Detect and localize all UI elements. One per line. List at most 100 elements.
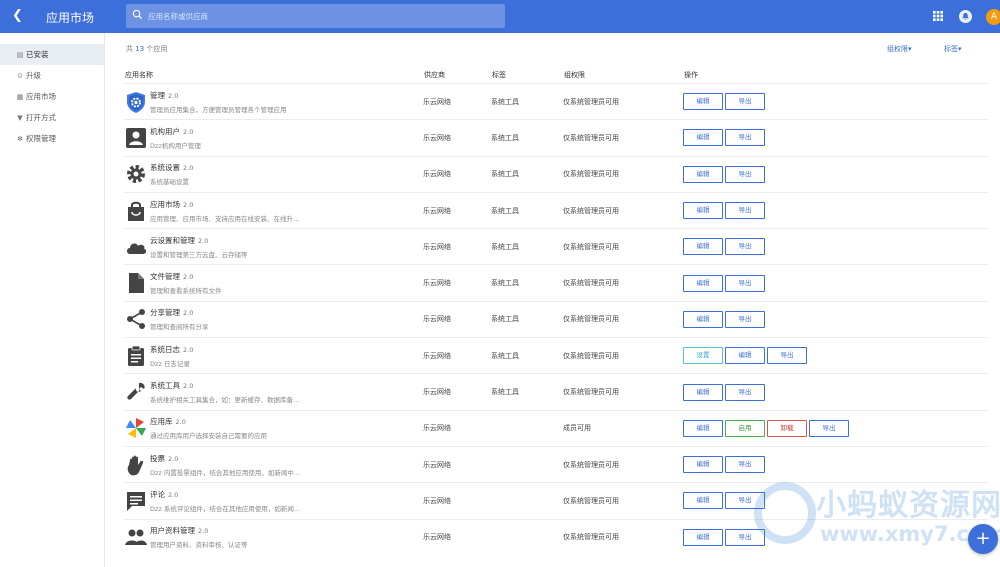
app-icon-cell — [124, 156, 150, 192]
tag-filter[interactable]: 标签▾ — [944, 44, 962, 54]
export-button[interactable]: 导出 — [725, 238, 765, 256]
sidebar: ▤ 已安装 ⊙ 升级 ▦ 应用市场 ▼ 打开方式 ✻ 权限管理 — [0, 33, 105, 567]
app-permission: 仅系统管理员可用 — [563, 170, 619, 179]
app-actions-cell: 编辑 导出 — [683, 192, 988, 228]
export-button[interactable]: 导出 — [725, 310, 765, 328]
app-tag: 系统工具 — [491, 279, 519, 288]
app-description: Dzz机构用户管理 — [150, 141, 201, 150]
header-vendor: 供应商 — [424, 71, 445, 79]
app-description: 应用管理、应用市场、支持应用在线安装、在线升... — [150, 214, 300, 223]
header-tag: 标签 — [492, 71, 506, 79]
app-name[interactable]: 系统设置 — [150, 163, 180, 172]
app-name-cell: 评论 2.0 Dzz 系统评论组件，结合在其他应用使用，如新闻... — [150, 483, 423, 519]
table-row: 机构用户 2.0 Dzz机构用户管理 乐云网络 系统工具 仅系统管理员可用 编辑 导出 — [124, 119, 988, 156]
edit-button[interactable]: 编辑 — [683, 202, 723, 220]
edit-button[interactable]: 编辑 — [683, 274, 723, 292]
export-button[interactable]: 导出 — [725, 129, 765, 147]
edit-button[interactable]: 编辑 — [683, 456, 723, 474]
settings-button[interactable]: 设置 — [683, 347, 723, 365]
app-name-cell: 文件管理 2.0 管理和查看系统所有文件 — [150, 265, 423, 301]
search-input[interactable] — [148, 6, 498, 26]
add-button[interactable]: + — [968, 524, 998, 554]
users-icon — [125, 529, 147, 546]
app-actions-cell: 编辑 导出 — [683, 84, 988, 120]
app-icon-cell — [124, 120, 150, 156]
app-name[interactable]: 云设置和管理 — [150, 236, 195, 245]
enable-button[interactable]: 启用 — [725, 419, 765, 437]
app-name[interactable]: 系统工具 — [150, 381, 180, 390]
edit-button[interactable]: 编辑 — [683, 238, 723, 256]
app-name[interactable]: 分享管理 — [150, 308, 180, 317]
app-description: Dzz 系统评论组件，结合在其他应用使用，如新闻... — [150, 504, 301, 513]
export-button[interactable]: 导出 — [725, 492, 765, 510]
comment-icon — [127, 491, 145, 511]
export-button[interactable]: 导出 — [725, 165, 765, 183]
app-name[interactable]: 管理 — [150, 91, 165, 100]
app-icon-cell — [124, 192, 150, 228]
table-row: 应用库 2.0 通过应用库用户选择安装自己需要的应用 乐云网络 成员可用 编辑 启用 卸载 导出 — [124, 410, 988, 446]
app-actions-cell: 设置 编辑 导出 — [683, 338, 988, 374]
app-actions-cell: 编辑 导出 — [683, 483, 988, 519]
app-version: 2.0 — [198, 527, 209, 536]
avatar[interactable]: A — [986, 9, 1000, 25]
edit-button[interactable]: 编辑 — [683, 129, 723, 147]
app-name[interactable]: 应用市场 — [150, 200, 180, 209]
bell-icon[interactable] — [959, 10, 972, 23]
table-row: 系统工具 2.0 系统维护相关工具集合，如：更新缓存、数据库备... 乐云网络 系统工具… — [124, 373, 988, 410]
app-name[interactable]: 文件管理 — [150, 272, 180, 281]
app-description: 管理用户资料、资料审核、认证等 — [150, 541, 248, 550]
search-icon — [132, 9, 143, 20]
edit-button[interactable]: 编辑 — [725, 347, 765, 365]
export-button[interactable]: 导出 — [725, 456, 765, 474]
export-button[interactable]: 导出 — [725, 274, 765, 292]
sidebar-item-3[interactable]: ▼ 打开方式 — [0, 107, 104, 128]
chevron-left-icon[interactable]: ❮ — [12, 8, 23, 23]
app-description: Dzz 内置投票组件，结合其他应用使用，如新闻中... — [150, 468, 301, 477]
table-row: 用户资料管理 2.0 管理用户资料、资料审核、认证等 乐云网络 仅系统管理员可用 编辑 导出 — [124, 519, 988, 555]
group-permission-filter[interactable]: 组权限▾ — [887, 44, 912, 54]
sidebar-item-label: 已安装 — [26, 50, 49, 59]
export-button[interactable]: 导出 — [725, 528, 765, 546]
apps-grid-icon[interactable] — [933, 11, 943, 21]
app-name[interactable]: 机构用户 — [150, 127, 180, 136]
app-icon-cell — [124, 338, 150, 374]
app-name[interactable]: 应用库 — [150, 417, 173, 426]
main-content: 共 13 个应用 组权限▾ 标签▾ 应用名称 供应商 标签 组权限 操作 管理 2… — [106, 33, 1000, 567]
app-description: 管理和查看系统所有文件 — [150, 287, 222, 296]
edit-button[interactable]: 编辑 — [683, 528, 723, 546]
edit-button[interactable]: 编辑 — [683, 93, 723, 111]
table-row: 分享管理 2.0 管理和查阅所有分享 乐云网络 系统工具 仅系统管理员可用 编辑 导出 — [124, 301, 988, 337]
app-name-cell: 投票 2.0 Dzz 内置投票组件，结合其他应用使用，如新闻中... — [150, 446, 423, 482]
pinwheel-icon — [126, 418, 146, 439]
export-button[interactable]: 导出 — [725, 93, 765, 111]
sidebar-item-4[interactable]: ✻ 权限管理 — [0, 128, 104, 149]
grid-icon: ▦ — [16, 93, 24, 101]
sidebar-item-1[interactable]: ⊙ 升级 — [0, 65, 104, 86]
edit-button[interactable]: 编辑 — [683, 419, 723, 437]
edit-button[interactable]: 编辑 — [683, 310, 723, 328]
sidebar-item-label: 权限管理 — [26, 134, 56, 143]
export-button[interactable]: 导出 — [767, 347, 807, 365]
shopping-bag-icon — [128, 201, 144, 221]
app-vendor: 乐云网络 — [423, 170, 451, 179]
table-row: 应用市场 2.0 应用管理、应用市场、支持应用在线安装、在线升... 乐云网络 系统工具… — [124, 192, 988, 228]
app-icon-cell — [124, 301, 150, 337]
sidebar-item-0[interactable]: ▤ 已安装 — [0, 44, 104, 65]
app-permission: 仅系统管理员可用 — [563, 97, 619, 106]
app-name[interactable]: 投票 — [150, 454, 165, 463]
edit-button[interactable]: 编辑 — [683, 492, 723, 510]
edit-button[interactable]: 编辑 — [683, 165, 723, 183]
export-button[interactable]: 导出 — [725, 202, 765, 220]
app-vendor: 乐云网络 — [423, 279, 451, 288]
sidebar-item-2[interactable]: ▦ 应用市场 — [0, 86, 104, 107]
export-button[interactable]: 导出 — [725, 383, 765, 401]
export-button[interactable]: 导出 — [809, 419, 849, 437]
app-name[interactable]: 系统日志 — [150, 345, 180, 354]
app-count: 共 13 个应用 — [126, 45, 168, 53]
uninstall-button[interactable]: 卸载 — [767, 419, 807, 437]
app-name-cell: 系统工具 2.0 系统维护相关工具集合，如：更新缓存、数据库备... — [150, 374, 423, 410]
edit-button[interactable]: 编辑 — [683, 383, 723, 401]
app-name[interactable]: 用户资料管理 — [150, 526, 195, 535]
app-name[interactable]: 评论 — [150, 490, 165, 499]
app-icon-cell — [124, 374, 150, 410]
